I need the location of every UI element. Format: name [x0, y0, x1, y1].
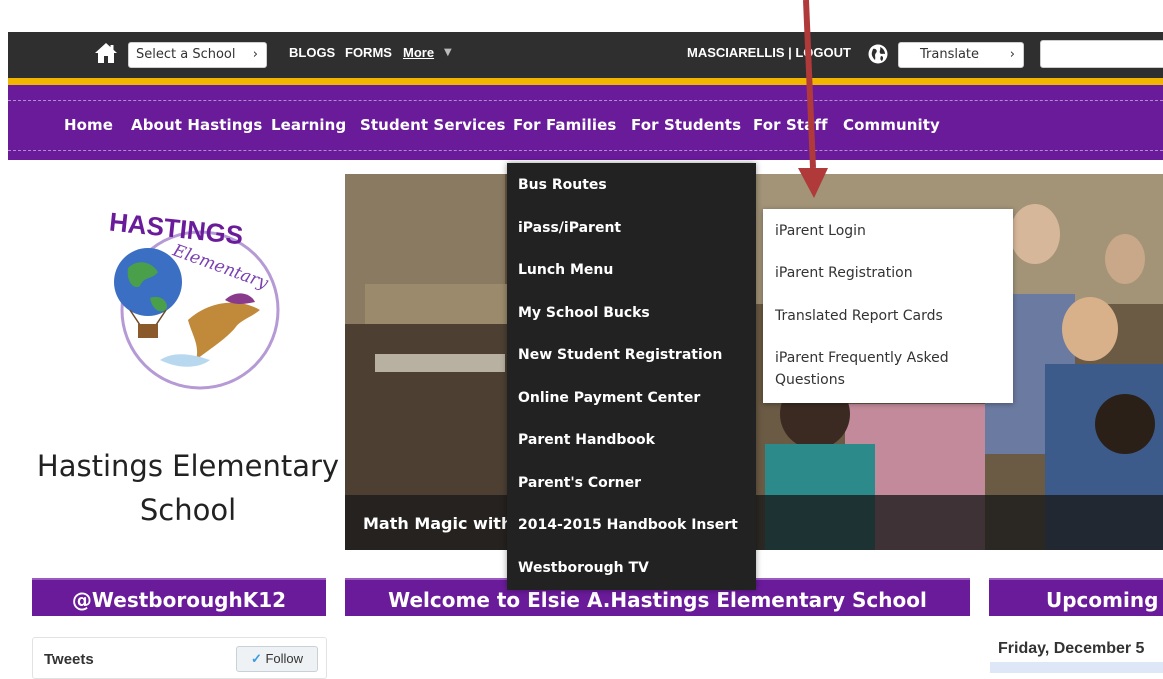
- nav-student-services[interactable]: Student Services: [360, 116, 506, 134]
- nav-top-border: [8, 100, 1163, 101]
- event-date: Friday, December 5: [998, 640, 1145, 657]
- twitter-band-heading: @WestboroughK12: [32, 578, 326, 616]
- select-school-label: Select a School: [136, 47, 236, 62]
- forms-link[interactable]: FORMS: [345, 45, 392, 60]
- menu-item-parent-handbook[interactable]: Parent Handbook: [518, 432, 655, 448]
- menu-item-lunch-menu[interactable]: Lunch Menu: [518, 262, 613, 278]
- nav-learning[interactable]: Learning: [271, 116, 346, 134]
- select-school-button[interactable]: Select a School ›: [128, 42, 267, 68]
- nav-community[interactable]: Community: [843, 116, 940, 134]
- gold-divider: [8, 78, 1163, 85]
- submenu-item-translated-report-cards[interactable]: Translated Report Cards: [775, 305, 943, 327]
- menu-item-bus-routes[interactable]: Bus Routes: [518, 177, 607, 193]
- globe-icon: [868, 44, 888, 64]
- home-icon[interactable]: [94, 42, 118, 64]
- follow-label: Follow: [265, 651, 304, 666]
- event-row[interactable]: [990, 662, 1163, 673]
- nav-about-hastings[interactable]: About Hastings: [131, 116, 262, 134]
- chevron-right-icon: ›: [1009, 47, 1015, 62]
- submenu-item-iparent-faq[interactable]: iParent Frequently Asked Questions: [775, 347, 975, 391]
- nav-for-students[interactable]: For Students: [631, 116, 741, 134]
- school-name-line1: Hastings Elementary: [36, 449, 340, 483]
- school-name-heading: Hastings Elementary School: [32, 444, 344, 532]
- tweets-label: Tweets: [44, 651, 94, 668]
- blogs-link[interactable]: BLOGS: [289, 45, 335, 60]
- caret-down-icon: ▼: [444, 47, 452, 58]
- twitter-follow-button[interactable]: ✓ Follow: [236, 646, 318, 672]
- twitter-bird-icon: ✓: [250, 651, 262, 666]
- menu-item-westborough-tv[interactable]: Westborough TV: [518, 560, 649, 576]
- menu-item-parents-corner[interactable]: Parent's Corner: [518, 475, 641, 491]
- school-name-line2: School: [139, 493, 237, 527]
- menu-item-ipass-iparent[interactable]: iPass/iParent: [518, 220, 621, 236]
- nav-for-families[interactable]: For Families: [513, 116, 616, 134]
- translate-label: Translate: [920, 47, 980, 62]
- menu-item-new-student-registration[interactable]: New Student Registration: [518, 347, 722, 363]
- chevron-right-icon: ›: [252, 47, 258, 62]
- more-link[interactable]: More: [403, 45, 434, 60]
- upcoming-band-heading: Upcoming E: [989, 578, 1163, 652]
- submenu-item-iparent-login[interactable]: iParent Login: [775, 220, 866, 242]
- translate-button[interactable]: Translate ›: [898, 42, 1024, 68]
- search-input[interactable]: [1040, 40, 1163, 68]
- menu-item-handbook-insert[interactable]: 2014-2015 Handbook Insert: [518, 517, 738, 533]
- logo-text-elementary: Elementary: [169, 240, 271, 293]
- nav-home[interactable]: Home: [64, 116, 113, 134]
- nav-bottom-border: [8, 150, 1163, 151]
- menu-item-my-school-bucks[interactable]: My School Bucks: [518, 305, 650, 321]
- submenu-item-iparent-registration[interactable]: iParent Registration: [775, 262, 913, 284]
- school-logo: HASTINGS Elementary: [108, 210, 280, 390]
- menu-item-online-payment-center[interactable]: Online Payment Center: [518, 390, 700, 406]
- hero-caption-text: Math Magic with: [363, 514, 513, 533]
- annotation-arrow: [798, 0, 828, 198]
